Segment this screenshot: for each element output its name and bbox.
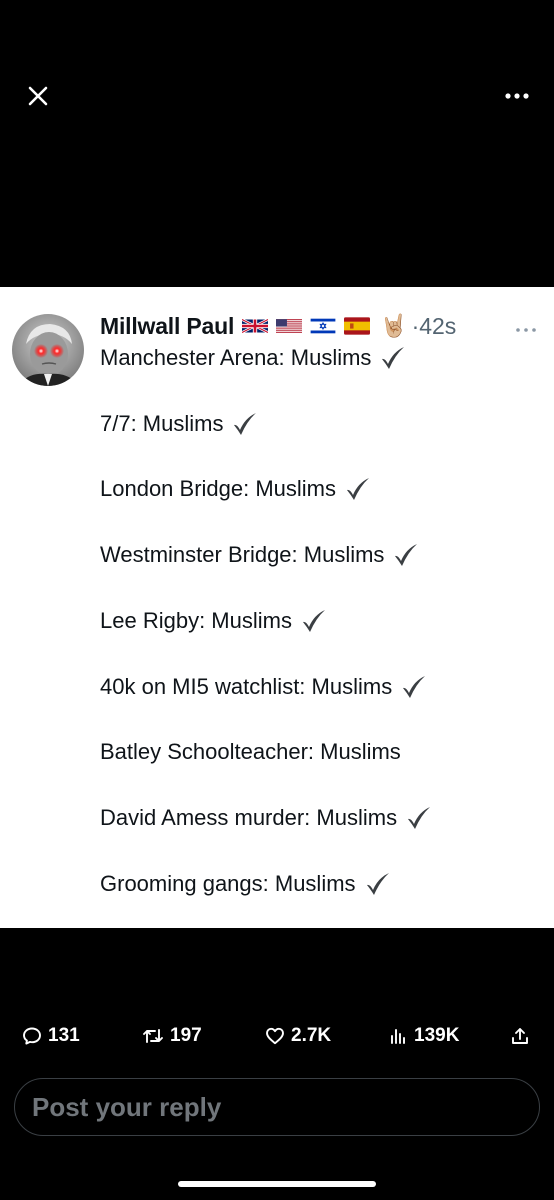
avatar[interactable] (12, 314, 84, 386)
check-icon (403, 676, 426, 698)
check-icon (302, 610, 325, 632)
tweet-line: Lee Rigby: Muslims (100, 604, 328, 638)
israel-flag-icon (310, 317, 336, 335)
comment-icon (23, 1027, 41, 1045)
tweet-line: David Amess murder: Muslims (100, 801, 433, 835)
tweet-line: Manchester Arena: Muslims (100, 341, 407, 375)
reply-count: 131 (48, 1025, 80, 1046)
check-icon (347, 478, 370, 500)
views-button[interactable]: 139K (388, 1018, 459, 1054)
analytics-icon (391, 1029, 405, 1044)
views-count: 139K (414, 1025, 460, 1046)
avatar-image (12, 314, 84, 386)
tweet-line: 40k on MI5 watchlist: Muslims (100, 670, 428, 704)
check-icon (408, 807, 431, 829)
check-icon (366, 873, 389, 895)
reply-placeholder: Post your reply (32, 1091, 222, 1122)
us-flag-icon (276, 319, 303, 333)
home-indicator[interactable] (178, 1181, 376, 1187)
reply-input[interactable]: Post your reply (14, 1078, 540, 1136)
rock-hand-emoji: 🤘🏼 (380, 313, 408, 338)
author-name[interactable]: Millwall Paul (100, 313, 234, 340)
heart-icon (266, 1027, 284, 1045)
tweet-header: Millwall Paul 🤘🏼 ·42s (100, 309, 542, 343)
tweet-line: Grooming gangs: Muslims (100, 867, 392, 901)
tweet-card[interactable]: Millwall Paul 🤘🏼 ·42s Manchester Arena: … (0, 287, 554, 928)
tweet-line: Batley Schoolteacher: Muslims (100, 739, 401, 764)
repost-button[interactable]: 197 (142, 1018, 202, 1054)
tweet-timestamp[interactable]: ·42s (412, 313, 457, 340)
like-count: 2.7K (291, 1025, 332, 1046)
tweet-actions-bar: 131 197 2.7K 139K (0, 1018, 554, 1054)
share-icon (512, 1028, 528, 1044)
close-icon (28, 86, 48, 106)
check-icon (382, 347, 405, 369)
close-button[interactable] (22, 80, 54, 112)
tweet-more-button[interactable] (514, 321, 538, 332)
more-horizontal-icon (505, 93, 529, 99)
uk-flag-icon (242, 318, 269, 334)
check-icon (234, 413, 257, 435)
reply-button[interactable]: 131 (22, 1018, 80, 1054)
repost-icon (143, 1029, 163, 1043)
more-horizontal-icon (516, 328, 536, 332)
spain-flag-icon (344, 317, 371, 335)
check-icon (395, 544, 418, 566)
tweet-line: London Bridge: Muslims (100, 472, 372, 506)
repost-count: 197 (170, 1025, 202, 1046)
profile-badges: 🤘🏼 (242, 313, 408, 338)
tweet-line: 7/7: Muslims (100, 407, 259, 441)
share-button[interactable] (510, 1018, 530, 1054)
more-options-button[interactable] (502, 86, 532, 106)
like-button[interactable]: 2.7K (265, 1018, 331, 1054)
tweet-line: Westminster Bridge: Muslims (100, 538, 420, 572)
